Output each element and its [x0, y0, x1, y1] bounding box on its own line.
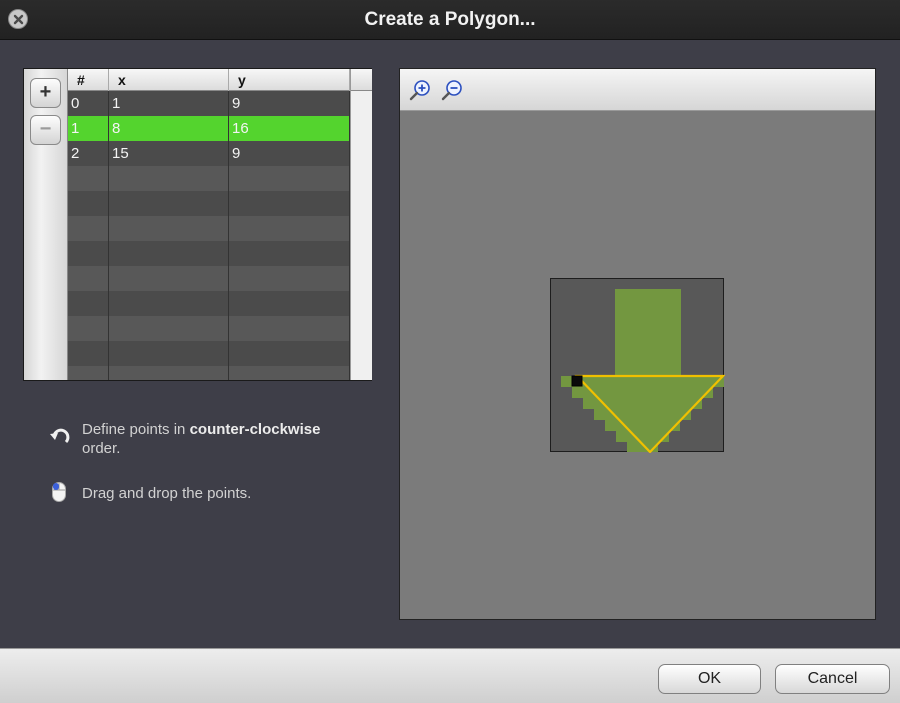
dialog-body: + − 0 1 9 1 8 16 2 15 9 # x y Define poi…	[0, 40, 900, 648]
dialog-title: Create a Polygon...	[364, 9, 536, 30]
cell-x[interactable]: 8	[109, 116, 120, 141]
ok-button[interactable]: OK	[658, 664, 761, 694]
cell-y[interactable]: 9	[229, 91, 240, 116]
empty-row	[68, 341, 350, 366]
cell-index: 1	[71, 120, 80, 137]
column-header-index[interactable]: #	[68, 69, 109, 91]
table-scrollbar[interactable]	[350, 69, 372, 380]
points-table[interactable]: 0 1 9 1 8 16 2 15 9 # x y	[68, 69, 350, 380]
preview-toolbar	[400, 69, 875, 111]
ccw-hint-bold: counter-clockwise	[189, 421, 321, 438]
cell-y[interactable]: 16	[229, 116, 249, 141]
points-table-panel: + − 0 1 9 1 8 16 2 15 9 # x y	[23, 68, 372, 381]
cell-index: 2	[71, 145, 80, 162]
scrollbar-header-corner	[351, 69, 372, 91]
sprite-canvas[interactable]	[550, 278, 726, 454]
dialog-footer: OK Cancel	[0, 648, 900, 703]
drag-hint: Drag and drop the points.	[82, 485, 252, 502]
empty-row	[68, 266, 350, 291]
cell-x[interactable]: 1	[109, 91, 120, 116]
cell-index: 0	[71, 95, 80, 112]
empty-row	[68, 191, 350, 216]
zoom-out-icon[interactable]	[440, 77, 466, 103]
remove-point-button[interactable]: −	[30, 115, 61, 145]
ccw-hint-suffix: order.	[82, 440, 121, 457]
empty-row	[68, 291, 350, 316]
ccw-hint: Define points in counter-clockwise order…	[82, 420, 372, 458]
empty-row	[68, 216, 350, 241]
cell-x[interactable]: 15	[109, 141, 129, 166]
mouse-icon	[51, 481, 67, 503]
empty-row	[68, 241, 350, 266]
table-header: # x y	[68, 69, 350, 91]
add-point-button[interactable]: +	[30, 78, 61, 108]
table-button-column: + −	[24, 69, 68, 380]
column-header-y[interactable]: y	[229, 69, 350, 91]
title-bar: Create a Polygon...	[0, 0, 900, 40]
empty-row	[68, 316, 350, 341]
empty-row	[68, 366, 350, 380]
rotate-ccw-icon	[49, 427, 71, 449]
cancel-button[interactable]: Cancel	[775, 664, 890, 694]
column-header-x[interactable]: x	[109, 69, 229, 91]
empty-row	[68, 166, 350, 191]
polygon-point-handle[interactable]	[571, 375, 583, 387]
ccw-hint-prefix: Define points in	[82, 421, 186, 438]
zoom-in-icon[interactable]	[408, 77, 434, 103]
cell-y[interactable]: 9	[229, 141, 240, 166]
polygon-preview-panel	[399, 68, 876, 620]
